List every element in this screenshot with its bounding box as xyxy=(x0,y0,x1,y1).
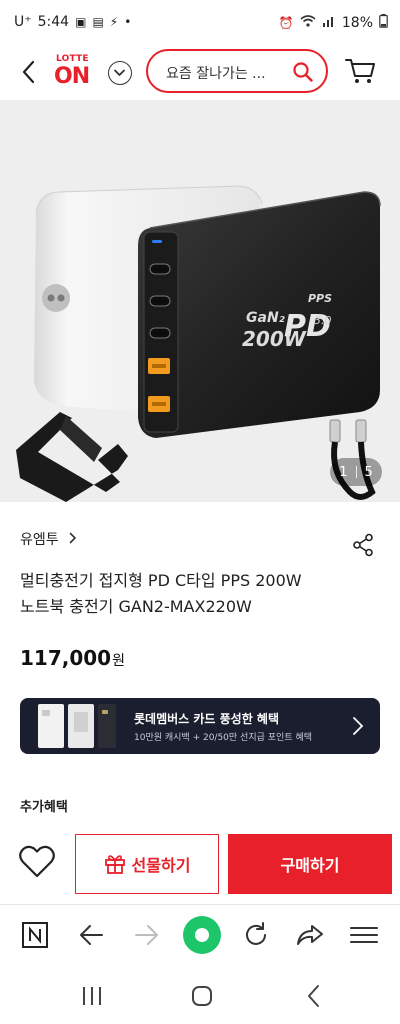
search-icon[interactable] xyxy=(292,61,314,83)
chevron-right-icon xyxy=(69,532,77,548)
wifi-icon xyxy=(300,15,316,30)
arrow-left-icon xyxy=(80,925,103,945)
product-title: 멀티충전기 접지형 PD C타입 PPS 200W 노트북 충전기 GAN2-M… xyxy=(20,568,376,620)
system-back-button[interactable] xyxy=(298,980,330,1012)
buy-button-label: 구매하기 xyxy=(280,856,340,875)
browser-home-button[interactable] xyxy=(182,915,222,955)
recent-apps-button[interactable] xyxy=(76,980,108,1012)
chevron-down-icon xyxy=(114,69,125,76)
system-navigation-bar xyxy=(0,964,400,1024)
share-page-button[interactable] xyxy=(294,919,326,951)
carrier-label: U⁺ xyxy=(14,14,32,30)
charging-icon: ⚡ xyxy=(109,15,119,29)
lotte-on-logo[interactable]: LOTTE ON xyxy=(54,52,100,96)
gift-button-label: 선물하기 xyxy=(131,856,191,875)
browser-menu-button[interactable] xyxy=(348,919,380,951)
signal-icon xyxy=(322,15,336,30)
browser-back-button[interactable] xyxy=(76,919,108,951)
cart-icon xyxy=(345,59,375,83)
image-counter: 1 5 xyxy=(330,458,382,486)
alarm-icon: ⏰ xyxy=(278,15,294,30)
stand-image xyxy=(16,412,128,502)
dot-icon: • xyxy=(124,15,132,29)
battery-label: 18% xyxy=(341,14,373,31)
card-image xyxy=(38,704,116,748)
share-arrow-icon xyxy=(297,925,323,945)
image-counter-current: 1 xyxy=(339,464,348,480)
search-input[interactable]: 요즘 잘나가는 ... xyxy=(146,49,328,93)
brand-link[interactable]: 유엠투 xyxy=(20,529,77,549)
brand-name: 유엠투 xyxy=(20,532,59,548)
heart-icon xyxy=(19,845,55,878)
green-dot-home-icon xyxy=(183,916,221,954)
app-header: LOTTE ON 요즘 잘나가는 ... xyxy=(0,46,400,100)
product-image: GaN₂ 200W PD PPS 3.0 xyxy=(16,185,381,502)
label-pps: PPS xyxy=(308,292,332,305)
back-chevron-icon xyxy=(308,985,319,1007)
system-home-button[interactable] xyxy=(186,980,218,1012)
image-icon: ▣ xyxy=(75,15,87,29)
logo-lotte-text: LOTTE xyxy=(56,54,89,64)
gift-icon xyxy=(104,855,125,874)
recent-apps-icon xyxy=(83,987,101,1005)
refresh-button[interactable] xyxy=(240,919,272,951)
image-counter-divider xyxy=(355,466,357,478)
status-bar: U⁺ 5:44 ▣ ▤ ⚡ • ⏰ 18% xyxy=(0,0,400,46)
cart-button[interactable] xyxy=(344,56,376,86)
plug-socket-icon xyxy=(42,284,70,312)
naver-button[interactable] xyxy=(20,919,52,951)
extra-benefits-heading: 추가혜택 xyxy=(20,800,68,815)
purchase-action-bar: 선물하기 구매하기 xyxy=(0,824,400,904)
product-price: 117,000원 xyxy=(20,646,125,670)
buy-button[interactable]: 구매하기 xyxy=(228,834,392,894)
time-label: 5:44 xyxy=(37,14,70,30)
naver-n-icon xyxy=(22,922,48,948)
logo-on-text: ON xyxy=(54,64,90,89)
banner-title: 롯데멤버스 카드 풍성한 혜택 xyxy=(134,712,280,726)
product-title-line2: 노트북 충전기 GAN2-MAX220W xyxy=(20,597,252,616)
hamburger-menu-icon xyxy=(350,927,378,943)
card-benefit-banner[interactable]: 롯데멤버스 카드 풍성한 혜택 10만원 캐시백 + 20/50만 선지급 포인… xyxy=(20,698,380,754)
gallery-icon: ▤ xyxy=(92,15,104,29)
browser-toolbar xyxy=(0,904,400,964)
back-button[interactable] xyxy=(16,58,42,86)
search-placeholder: 요즘 잘나가는 ... xyxy=(166,66,266,82)
menu-expand-button[interactable] xyxy=(108,61,132,85)
home-square-icon xyxy=(192,986,212,1006)
share-button[interactable] xyxy=(352,533,374,557)
image-counter-total: 5 xyxy=(364,464,373,480)
banner-subtitle: 10만원 캐시백 + 20/50만 선지급 포인트 혜택 xyxy=(134,733,313,743)
wishlist-button[interactable] xyxy=(18,844,56,880)
chevron-left-icon xyxy=(22,60,35,84)
chevron-right-icon xyxy=(353,717,364,735)
product-title-line1: 멀티충전기 접지형 PD C타입 PPS 200W xyxy=(20,571,302,590)
label-gan: GaN₂ xyxy=(246,310,286,326)
label-version: 3.0 xyxy=(314,314,332,327)
battery-icon xyxy=(379,14,388,31)
price-currency: 원 xyxy=(112,653,125,669)
browser-forward-button[interactable] xyxy=(130,919,162,951)
arrow-right-icon xyxy=(135,925,158,945)
price-value: 117,000 xyxy=(20,646,112,670)
share-icon xyxy=(353,533,373,557)
gift-button[interactable]: 선물하기 xyxy=(75,834,219,894)
refresh-icon xyxy=(246,922,266,945)
product-image-carousel[interactable]: GaN₂ 200W PD PPS 3.0 1 5 xyxy=(0,100,400,502)
